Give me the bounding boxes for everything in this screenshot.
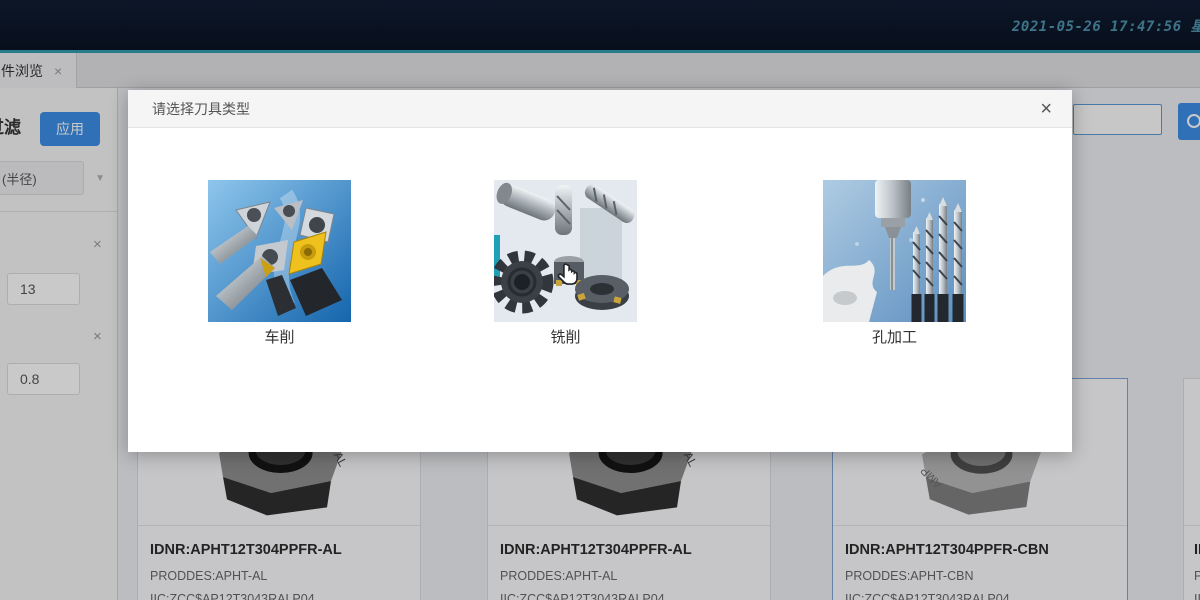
dialog-title: 请选择刀具类型 <box>128 99 250 119</box>
option-label: 孔加工 <box>823 326 966 347</box>
dialog-header: 请选择刀具类型 × <box>128 90 1072 128</box>
option-milling[interactable]: 铣削 <box>494 180 637 347</box>
holemaking-image <box>823 180 966 322</box>
turning-image <box>208 180 351 322</box>
option-label: 车削 <box>208 326 351 347</box>
tool-type-dialog: 请选择刀具类型 × <box>128 90 1072 452</box>
close-icon[interactable]: × <box>1034 90 1058 128</box>
option-holemaking[interactable]: 孔加工 <box>823 180 966 347</box>
milling-image <box>494 180 637 322</box>
option-turning[interactable]: 车削 <box>208 180 351 347</box>
option-label: 铣削 <box>494 326 637 347</box>
